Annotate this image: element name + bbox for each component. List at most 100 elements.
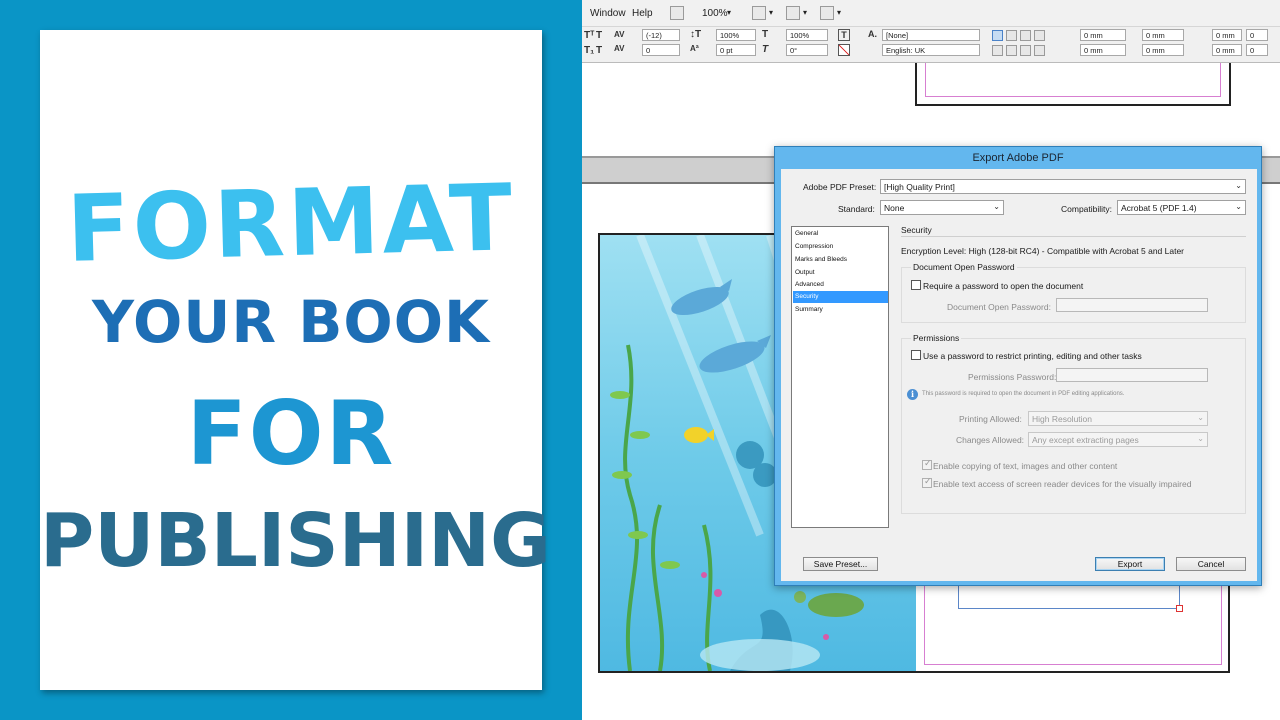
export-button[interactable]: Export <box>1095 557 1165 571</box>
enable-copying-checkbox[interactable] <box>922 458 932 470</box>
nav-item-advanced[interactable]: Advanced <box>793 279 888 291</box>
cancel-button[interactable]: Cancel <box>1176 557 1246 571</box>
standard-select[interactable]: None ⌄ <box>880 200 1004 215</box>
chevron-down-icon: ⌄ <box>1197 413 1204 422</box>
skew-icon: T <box>762 44 769 55</box>
superscript-icon[interactable]: Tᵀ <box>584 30 594 41</box>
vertical-scale-input[interactable]: 100% <box>716 29 756 41</box>
encryption-level-text: Encryption Level: High (128-bit RC4) - C… <box>901 246 1185 256</box>
enable-copying-label: Enable copying of text, images and other… <box>933 461 1118 471</box>
nav-item-compression[interactable]: Compression <box>793 241 888 253</box>
language-select[interactable]: English: UK <box>882 44 980 56</box>
nav-item-marks-and-bleeds[interactable]: Marks and Bleeds <box>793 254 888 266</box>
left-indent-input[interactable]: 0 mm <box>1080 29 1126 41</box>
open-password-field[interactable] <box>1056 298 1208 312</box>
first-line-indent-input[interactable]: 0 mm <box>1080 44 1126 56</box>
stroke-none-icon[interactable] <box>838 44 850 56</box>
underline-t-icon[interactable]: T <box>596 30 602 41</box>
justify-left-icon[interactable] <box>992 45 1003 56</box>
horizontal-scale-icon: T <box>762 29 769 40</box>
enable-access-checkbox[interactable] <box>922 476 932 488</box>
dialog-body: Adobe PDF Preset: [High Quality Print] ⌄… <box>781 169 1257 581</box>
strike-t-icon[interactable]: T <box>596 45 602 56</box>
text-frame[interactable] <box>958 585 1183 612</box>
zoom-level[interactable]: 100% <box>702 8 728 19</box>
preset-select[interactable]: [High Quality Print] ⌄ <box>880 179 1246 194</box>
bridge-icon[interactable] <box>670 6 684 20</box>
align-away-spine-icon[interactable] <box>1034 30 1045 41</box>
tracking-input[interactable]: (-12) <box>642 29 680 41</box>
chevron-down-icon: ⌄ <box>1235 181 1242 190</box>
promo-title-line-1: FORMAT <box>65 164 517 283</box>
drop-cap-chars-input[interactable]: 0 <box>1246 44 1268 56</box>
nav-item-security[interactable]: Security <box>793 291 888 303</box>
open-password-label: Document Open Password: <box>947 302 1051 312</box>
view-options-icon[interactable] <box>752 6 766 20</box>
enable-access-label: Enable text access of screen reader devi… <box>933 479 1192 489</box>
subscript-icon[interactable]: T₁ <box>584 45 594 56</box>
dialog-title: Export Adobe PDF <box>972 152 1064 164</box>
nav-item-output[interactable]: Output <box>793 267 888 279</box>
nav-item-general[interactable]: General <box>793 228 888 240</box>
right-indent-input[interactable]: 0 mm <box>1142 29 1184 41</box>
promo-title-line-4: PUBLISHING <box>40 498 551 584</box>
restrict-password-checkbox[interactable] <box>911 350 921 360</box>
align-center-icon[interactable] <box>1006 30 1017 41</box>
restrict-password-label: Use a password to restrict printing, edi… <box>923 351 1142 361</box>
character-style-select[interactable]: [None] <box>882 29 980 41</box>
skew-input[interactable]: 0° <box>786 44 828 56</box>
justify-right-icon[interactable] <box>1020 45 1031 56</box>
permissions-group-title: Permissions <box>911 333 962 343</box>
preset-value: [High Quality Print] <box>884 182 955 192</box>
baseline-shift-icon: Aª <box>690 44 699 53</box>
screen-mode-chevron-icon[interactable]: ▾ <box>803 8 807 17</box>
changes-allowed-select[interactable]: Any except extracting pages ⌄ <box>1028 432 1208 447</box>
section-divider <box>901 236 1246 237</box>
promo-title-line-2: YOUR BOOK <box>92 288 490 356</box>
arrange-documents-icon[interactable] <box>820 6 834 20</box>
chevron-down-icon: ⌄ <box>1235 202 1242 211</box>
tracking-icon: AV <box>614 30 625 39</box>
standard-label: Standard: <box>838 204 875 214</box>
horizontal-scale-input[interactable]: 100% <box>786 29 828 41</box>
text-overflow-icon[interactable] <box>1176 605 1183 612</box>
save-preset-button[interactable]: Save Preset... <box>803 557 878 571</box>
space-before-input[interactable]: 0 mm <box>1212 29 1242 41</box>
changes-allowed-label: Changes Allowed: <box>956 435 1025 445</box>
chevron-down-icon: ⌄ <box>1197 434 1204 443</box>
menu-bar: Window Help 100% ▾ ▾ ▾ ▾ <box>582 0 1280 27</box>
permissions-password-field[interactable] <box>1056 368 1208 382</box>
menu-window[interactable]: Window <box>590 8 626 19</box>
screen-mode-icon[interactable] <box>786 6 800 20</box>
nav-item-summary[interactable]: Summary <box>793 304 888 316</box>
justify-all-icon[interactable] <box>1034 45 1045 56</box>
char-style-icon: A. <box>868 29 877 39</box>
zoom-dropdown-icon[interactable]: ▾ <box>727 8 731 17</box>
menu-help[interactable]: Help <box>632 8 653 19</box>
kerning-input[interactable]: 0 <box>642 44 680 56</box>
preset-label: Adobe PDF Preset: <box>803 182 877 192</box>
arrange-chevron-icon[interactable]: ▾ <box>837 8 841 17</box>
control-panel: Tᵀ T T₁ T AV (-12) AV 0 ↕T 100% Aª 0 pt … <box>582 27 1280 63</box>
last-line-indent-input[interactable]: 0 mm <box>1142 44 1184 56</box>
changes-allowed-value: Any except extracting pages <box>1032 435 1139 445</box>
justify-center-icon[interactable] <box>1006 45 1017 56</box>
info-note: This password is required to open the do… <box>922 391 1125 397</box>
text-fill-icon[interactable]: T <box>838 29 850 41</box>
compatibility-select[interactable]: Acrobat 5 (PDF 1.4) ⌄ <box>1117 200 1246 215</box>
view-options-chevron-icon[interactable]: ▾ <box>769 8 773 17</box>
align-left-icon[interactable] <box>992 30 1003 41</box>
previous-page-frame <box>915 63 1231 106</box>
export-pdf-dialog: Export Adobe PDF Adobe PDF Preset: [High… <box>774 146 1262 586</box>
space-after-input[interactable]: 0 mm <box>1212 44 1242 56</box>
align-right-icon[interactable] <box>1020 30 1031 41</box>
printing-allowed-select[interactable]: High Resolution ⌄ <box>1028 411 1208 426</box>
info-icon: i <box>907 389 918 400</box>
vertical-scale-icon: ↕T <box>690 29 702 40</box>
promo-card: FORMAT YOUR BOOK FOR PUBLISHING <box>40 30 551 690</box>
drop-cap-lines-input[interactable]: 0 <box>1246 29 1268 41</box>
open-password-group-title: Document Open Password <box>911 262 1017 272</box>
require-open-password-checkbox[interactable] <box>911 280 921 290</box>
require-open-password-label: Require a password to open the document <box>923 281 1084 291</box>
baseline-shift-input[interactable]: 0 pt <box>716 44 756 56</box>
